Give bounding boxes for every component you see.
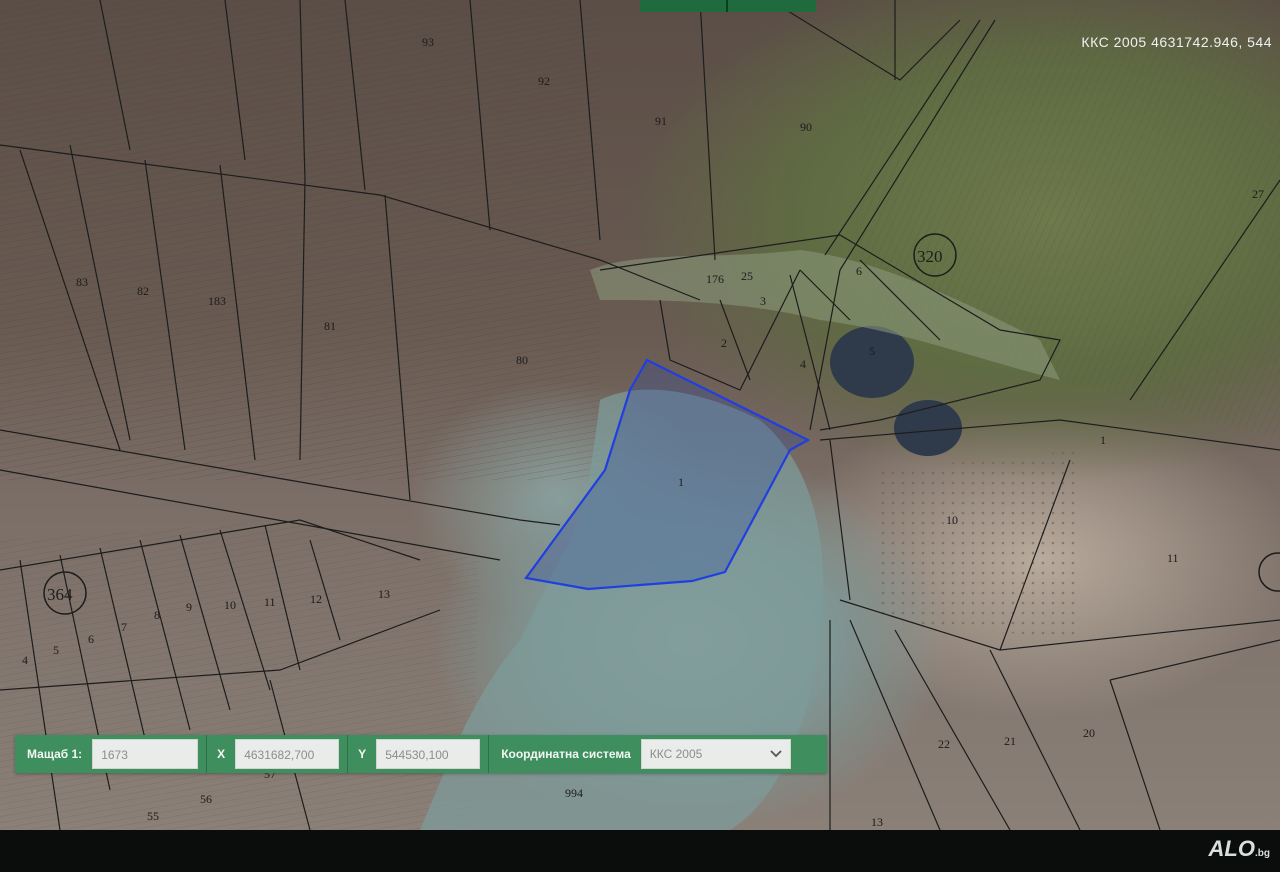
parcel-label: 176 bbox=[706, 272, 724, 286]
parcel-label: 83 bbox=[76, 275, 88, 289]
parcel-label: 10 bbox=[946, 513, 958, 527]
parcel-label: 81 bbox=[324, 319, 336, 333]
y-coordinate-input[interactable]: 544530,100 bbox=[376, 739, 481, 769]
parcel-label: 13 bbox=[871, 815, 883, 829]
parcel-label: 11 bbox=[264, 595, 276, 609]
parcel-label: 1 bbox=[678, 475, 684, 489]
parcel-label: 183 bbox=[208, 294, 226, 308]
parcel-label: 20 bbox=[1083, 726, 1095, 740]
parcel-label: 10 bbox=[224, 598, 236, 612]
parcel-label: 5 bbox=[53, 643, 59, 657]
coordinate-readout: ККС 2005 4631742.946, 544 bbox=[1081, 34, 1272, 50]
alo-watermark-logo: ALO.bg bbox=[1208, 836, 1270, 861]
parcel-label: 4 bbox=[22, 653, 28, 667]
parcel-label: 56 bbox=[200, 792, 212, 806]
scale-label: Мащаб 1: bbox=[27, 747, 83, 761]
field-texture-northeast bbox=[860, 0, 1280, 440]
orchard-texture bbox=[880, 450, 1080, 640]
coordinate-toolbar: Мащаб 1: 1673 X 4631682,700 Y 544530,100… bbox=[15, 735, 827, 773]
crs-label: Координатна система bbox=[501, 747, 631, 761]
field-texture-northwest bbox=[0, 0, 600, 480]
parcel-label: 5 bbox=[869, 344, 875, 358]
parcel-label: 90 bbox=[800, 120, 812, 134]
parcel-label: 4 bbox=[800, 357, 806, 371]
crs-select[interactable]: ККС 2005 bbox=[640, 739, 791, 769]
parcel-label: 994 bbox=[565, 786, 583, 800]
screen-bezel: ALO.bg bbox=[0, 830, 1280, 872]
x-label: X bbox=[217, 747, 226, 761]
parcel-label: 93 bbox=[422, 35, 434, 49]
parcel-label: 80 bbox=[516, 353, 528, 367]
parcel-label: 82 bbox=[137, 284, 149, 298]
parcel-label: 91 bbox=[655, 114, 667, 128]
parcel-label: 27 bbox=[1252, 187, 1264, 201]
top-toolbar-tabs[interactable] bbox=[640, 0, 816, 12]
parcel-label: 2 bbox=[721, 336, 727, 350]
field-texture-southwest bbox=[0, 520, 480, 830]
parcel-label: 1 bbox=[1100, 433, 1106, 447]
x-coordinate-input[interactable]: 4631682,700 bbox=[235, 739, 340, 769]
map-viewport[interactable]: 93 92 91 90 83 82 183 81 80 176 25 3 6 2… bbox=[0, 0, 1280, 830]
parcel-label: 6 bbox=[856, 264, 862, 278]
block-edge-circle bbox=[1258, 552, 1280, 592]
parcel-label: 8 bbox=[154, 608, 160, 622]
parcel-label: 6 bbox=[88, 632, 94, 646]
parcel-label: 3 bbox=[760, 294, 766, 308]
parcel-label: 55 bbox=[147, 809, 159, 823]
parcel-label: 22 bbox=[938, 737, 950, 751]
parcel-label: 7 bbox=[121, 620, 127, 634]
pond-5 bbox=[830, 326, 914, 398]
parcel-label: 12 bbox=[310, 592, 322, 606]
parcel-label: 21 bbox=[1004, 734, 1016, 748]
scale-input[interactable]: 1673 bbox=[92, 739, 199, 769]
parcel-label: 25 bbox=[741, 269, 753, 283]
parcel-label: 9 bbox=[186, 600, 192, 614]
parcel-label: 92 bbox=[538, 74, 550, 88]
parcel-label: 13 bbox=[378, 587, 390, 601]
crs-value: ККС 2005 bbox=[649, 747, 703, 761]
parcel-label: 11 bbox=[1167, 551, 1179, 565]
cadastral-map[interactable]: 93 92 91 90 83 82 183 81 80 176 25 3 6 2… bbox=[0, 0, 1280, 830]
chevron-down-icon[interactable] bbox=[770, 750, 782, 758]
block-label: 320 bbox=[917, 247, 943, 266]
block-label: 364 bbox=[47, 585, 73, 604]
y-label: Y bbox=[358, 747, 367, 761]
